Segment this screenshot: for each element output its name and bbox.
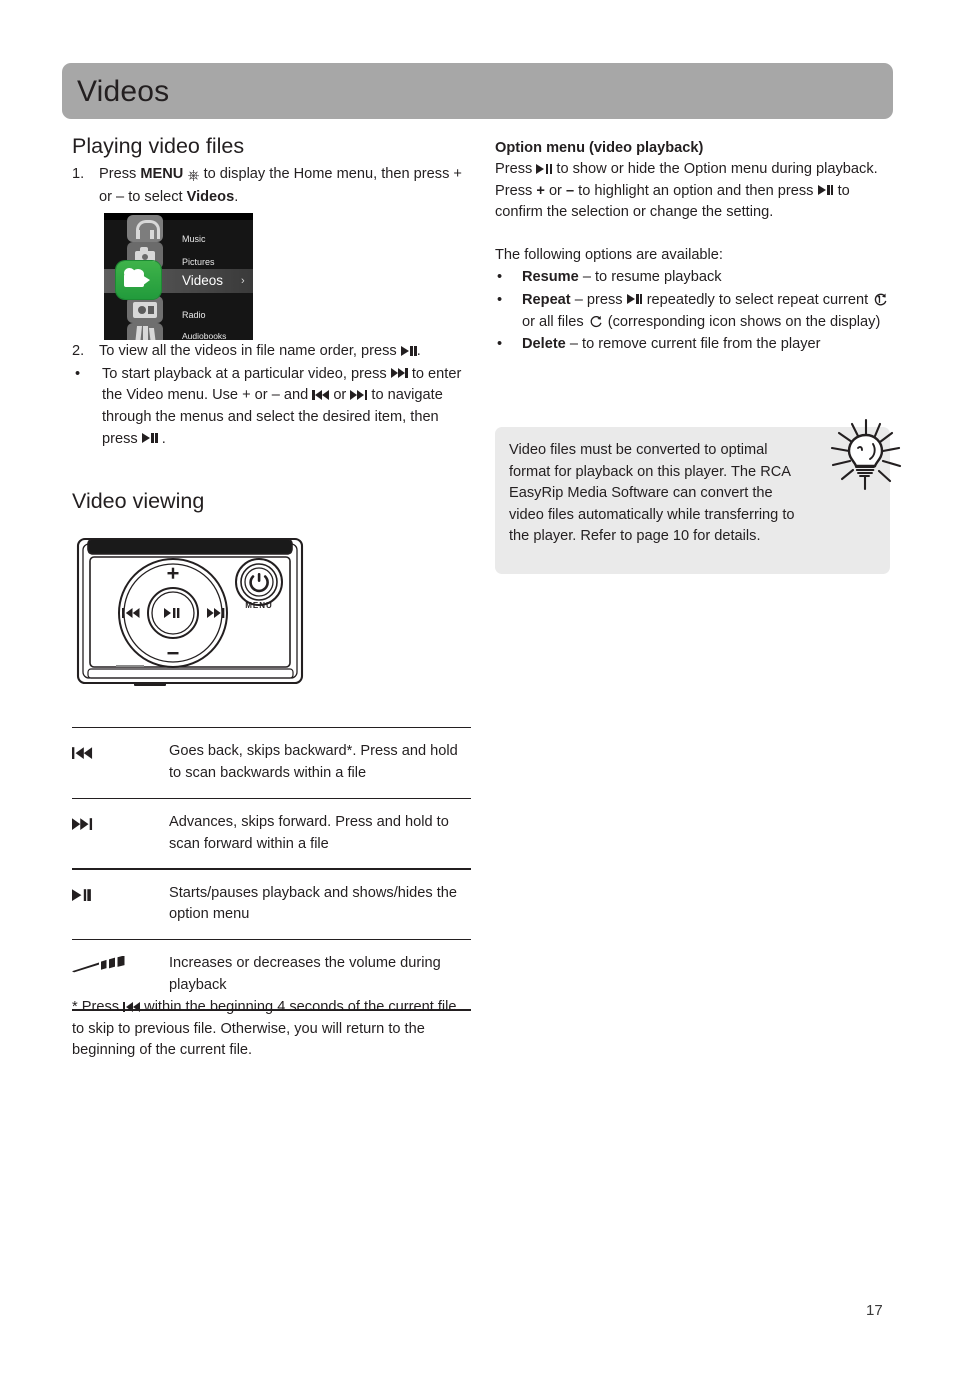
play-pause-icon — [626, 294, 643, 305]
minus-key: – — [565, 182, 575, 199]
skip-backward-glyph — [72, 746, 93, 759]
audiobooks-icon — [127, 323, 163, 340]
option-repeat-desc-a: – press — [570, 291, 627, 308]
option-bullet-marker: • — [497, 291, 503, 308]
videos-keyword: Videos — [186, 188, 235, 205]
step-1: 1. Press MENU ⎈ to display the Home menu… — [72, 164, 472, 208]
table-row: Advances, skips forward. Press and hold … — [72, 799, 471, 868]
bullet-start-playback: • To start playback at a particular vide… — [72, 364, 472, 450]
option-intro-part3: to highlight an option and then press — [574, 182, 818, 199]
page-header-bar — [62, 63, 893, 119]
table-row-description: Goes back, skips backward*. Press and ho… — [169, 743, 458, 781]
option-bullet-marker: • — [497, 336, 503, 353]
plus-key: + — [536, 182, 545, 199]
table-row-description: Advances, skips forward. Press and hold … — [169, 813, 449, 852]
section-title-playing-video-files: Playing video files — [72, 134, 245, 158]
step-1-marker: 1. — [72, 166, 85, 182]
step-2-text: To view all the videos in file name orde… — [99, 341, 472, 363]
option-repeat: • Repeat – press repeatedly to select re… — [495, 290, 895, 333]
option-resume-label: Resume — [522, 269, 579, 286]
right-column: Option menu (video playback) Press to sh… — [495, 138, 895, 356]
bullet-text: To start playback at a particular video,… — [102, 364, 472, 450]
bullet-text-part1: To start playback at a particular video,… — [102, 365, 391, 382]
table-row-description: Increases or decreases the volume during… — [169, 955, 441, 993]
menu-item-radio[interactable]: Radio — [182, 310, 206, 320]
device-menu-label: MENU — [245, 601, 273, 610]
videos-camcorder-icon — [116, 261, 161, 299]
radio-icon — [127, 296, 163, 323]
home-menu-screenshot: Music Pictures Videos Radio Audiobooks › — [104, 213, 253, 340]
skip-backward-icon — [72, 741, 169, 784]
skip-backward-icon — [123, 1001, 141, 1012]
button-function-table: Goes back, skips backward*. Press and ho… — [72, 727, 471, 1011]
option-delete-text: Delete – to remove current file from the… — [522, 334, 895, 356]
option-delete: • Delete – to remove current file from t… — [495, 334, 895, 356]
options-lead-in: The following options are available: — [495, 246, 723, 263]
skip-forward-icon — [390, 368, 408, 379]
play-pause-glyph — [72, 888, 91, 901]
option-repeat-desc-d: (corresponding icon shows on the display… — [603, 313, 881, 330]
step-1-text: Press MENU ⎈ to display the Home menu, t… — [99, 164, 472, 208]
step-1-text-part1: Press — [99, 166, 141, 182]
table-row-description: Starts/pauses playback and shows/hides t… — [169, 884, 457, 923]
table-row: Goes back, skips backward*. Press and ho… — [72, 728, 471, 797]
option-resume: • Resume – to resume playback — [495, 267, 895, 289]
step-2-text-part2: . — [416, 343, 421, 360]
device-illustration-svg: MENU — [76, 537, 304, 686]
volume-icon — [72, 953, 169, 996]
menu-item-videos[interactable]: Videos — [182, 273, 223, 288]
footnote-part1: * Press — [72, 999, 124, 1015]
play-pause-icon-2 — [141, 433, 158, 444]
option-resume-desc: – to resume playback — [578, 269, 722, 286]
play-pause-icon-2 — [817, 185, 834, 196]
option-repeat-label: Repeat — [522, 291, 571, 308]
chevron-right-icon: › — [241, 275, 245, 287]
menu-item-pictures[interactable]: Pictures — [182, 257, 215, 267]
page-title: Videos — [77, 75, 170, 108]
menu-keyword: MENU — [140, 166, 184, 182]
option-repeat-text: Repeat – press repeatedly to select repe… — [522, 290, 895, 333]
bullet-text-part3: or — [329, 387, 351, 404]
power-icon: ⎈ — [183, 167, 200, 184]
option-intro-or: or — [544, 182, 566, 199]
step-2-marker: 2. — [72, 343, 85, 360]
skip-forward-glyph — [72, 817, 93, 830]
skip-forward-icon — [72, 812, 169, 855]
play-pause-icon — [72, 883, 169, 926]
option-menu-title: Option menu (video playback) — [495, 140, 704, 156]
step-2-text-part1: To view all the videos in file name orde… — [99, 343, 401, 360]
menu-item-audiobooks[interactable]: Audiobooks — [182, 331, 226, 340]
option-intro-part1: Press — [495, 161, 537, 177]
option-repeat-desc-c: or all files — [522, 313, 588, 330]
bullet-text-part5: . — [157, 430, 166, 447]
manual-page: Videos Playing video files 1. Press MENU… — [0, 0, 954, 1374]
skip-backward-icon — [312, 389, 330, 400]
lightbulb-icon — [830, 418, 902, 491]
skip-forward-icon-2 — [350, 389, 368, 400]
play-pause-icon — [536, 163, 553, 174]
step-1-text-part3: . — [234, 188, 239, 205]
option-repeat-desc-b: repeatedly to select repeat current — [642, 291, 873, 308]
play-pause-icon — [400, 345, 417, 356]
bullet-marker: • — [75, 365, 81, 382]
step-2: 2. To view all the videos in file name o… — [72, 341, 472, 363]
music-icon — [127, 215, 163, 242]
device-diagram: MENU — [76, 535, 304, 687]
repeat-one-icon — [874, 293, 887, 306]
volume-bars-glyph — [72, 956, 125, 973]
footnote: * Press within the beginning 4 seconds o… — [72, 997, 472, 1062]
option-bullet-marker: • — [497, 269, 503, 286]
menu-item-music[interactable]: Music — [182, 234, 206, 244]
section-title-video-viewing: Video viewing — [72, 489, 205, 514]
option-delete-desc: – to remove current file from the player — [565, 336, 821, 353]
page-number: 17 — [866, 1302, 883, 1319]
table-row: Starts/pauses playback and shows/hides t… — [72, 870, 471, 939]
option-menu-intro: Press to show or hide the Option menu du… — [495, 159, 895, 224]
repeat-all-icon — [590, 315, 602, 327]
option-delete-label: Delete — [522, 336, 566, 353]
option-resume-text: Resume – to resume playback — [522, 267, 895, 289]
